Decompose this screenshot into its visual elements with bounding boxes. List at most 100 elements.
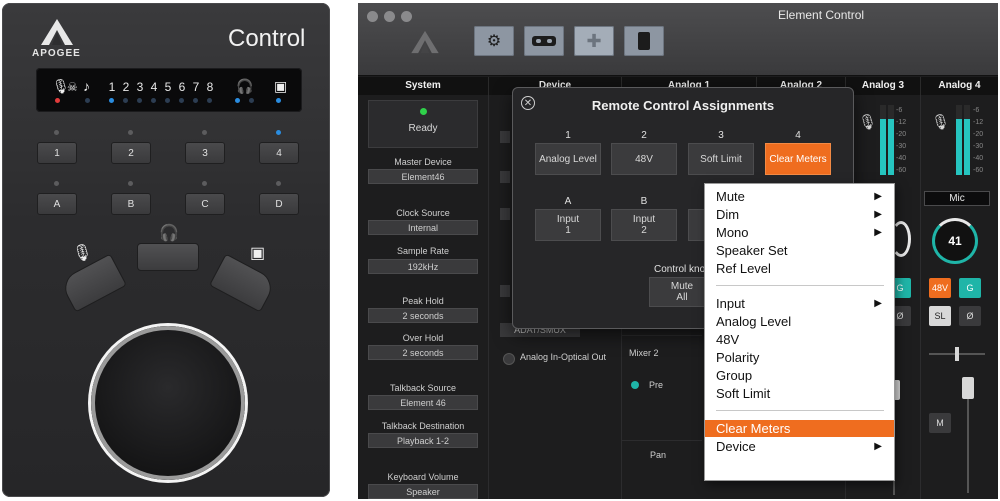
- minimize-window-button[interactable]: [384, 11, 395, 22]
- mute-icon: ☠: [67, 80, 78, 94]
- talkback-destination-field[interactable]: Playback 1-2: [368, 433, 478, 448]
- hw-button-b[interactable]: B: [111, 193, 151, 215]
- meter-scale: -40: [896, 155, 907, 162]
- control-knob-label: Control kno: [654, 264, 706, 275]
- assign-button-4[interactable]: Clear Meters: [765, 143, 831, 175]
- dialog-title: Remote Control Assignments: [591, 98, 775, 113]
- display-channel-7: 7: [192, 80, 200, 94]
- mute-button-a4[interactable]: M: [929, 413, 951, 433]
- channel-led: [165, 98, 170, 103]
- zoom-window-button[interactable]: [401, 11, 412, 22]
- system-status-box: Ready: [368, 100, 478, 148]
- menu-item-analog-level[interactable]: Analog Level: [705, 313, 894, 330]
- menu-item-group[interactable]: Group: [705, 367, 894, 384]
- meter-scale: -60: [896, 167, 907, 174]
- speaker-select-button[interactable]: [208, 253, 278, 313]
- settings-toolbar-button[interactable]: ⚙: [474, 26, 514, 56]
- assign-button-a[interactable]: Input 1: [535, 209, 601, 241]
- sample-rate-field[interactable]: 192kHz: [368, 259, 478, 274]
- button-led: [202, 181, 207, 186]
- channel-led: [123, 98, 128, 103]
- button-led: [54, 181, 59, 186]
- hw-button-3[interactable]: 3: [185, 142, 225, 164]
- settings-icon: ⚙: [486, 33, 502, 50]
- hw-button-a[interactable]: A: [37, 193, 77, 215]
- fader-track: [967, 383, 969, 493]
- menu-item-clear-meters[interactable]: Clear Meters: [705, 420, 894, 437]
- menu-item-soft-limit[interactable]: Soft Limit: [705, 385, 894, 402]
- submenu-arrow-icon: ▶: [874, 227, 882, 238]
- mixer-label: Mixer 2: [629, 348, 659, 358]
- status-indicator: [420, 108, 427, 115]
- meters-toolbar-button[interactable]: [524, 26, 564, 56]
- menu-item-speaker-set[interactable]: Speaker Set: [705, 242, 894, 259]
- clock-source-field[interactable]: Internal: [368, 220, 478, 235]
- peak-hold-label: Peak Hold: [402, 296, 444, 306]
- input-meter: [956, 105, 962, 175]
- device-checkbox[interactable]: [500, 208, 510, 220]
- close-window-button[interactable]: [367, 11, 378, 22]
- group-button-a4[interactable]: G: [959, 278, 981, 298]
- assign-button-b[interactable]: Input 2: [611, 209, 677, 241]
- hw-button-1[interactable]: 1: [37, 142, 77, 164]
- channel-led: [151, 98, 156, 103]
- assignment-context-menu: Mute ▶ Dim ▶ Mono ▶ Speaker Set Ref Level I…: [704, 183, 895, 481]
- hw-button-c[interactable]: C: [185, 193, 225, 215]
- talkback-source-field[interactable]: Element 46: [368, 395, 478, 410]
- display-channel-3: 3: [136, 80, 144, 94]
- record-led: [55, 98, 60, 103]
- mic-select-button[interactable]: [58, 253, 128, 313]
- device-checkbox[interactable]: [500, 171, 510, 183]
- menu-item-48v[interactable]: 48V: [705, 331, 894, 348]
- headphones-icon: 🎧: [159, 225, 179, 242]
- device-checkbox[interactable]: [500, 285, 510, 297]
- gain-knob[interactable]: 41: [932, 218, 978, 264]
- meter-scale: -40: [973, 155, 984, 162]
- guitar-icon: ♪: [83, 78, 90, 94]
- menu-item-mono[interactable]: Mono ▶: [705, 224, 894, 241]
- headphones-select-button[interactable]: [137, 243, 199, 271]
- over-hold-field[interactable]: 2 seconds: [368, 345, 478, 360]
- phase-button-a4[interactable]: Ø: [959, 306, 981, 326]
- assign-button-2[interactable]: 48V: [611, 143, 677, 175]
- assign-button-1[interactable]: Analog Level: [535, 143, 601, 175]
- display-channel-2: 2: [122, 80, 130, 94]
- assign-button-3[interactable]: Soft Limit: [688, 143, 754, 175]
- analog-optical-radio[interactable]: [503, 353, 515, 365]
- menu-item-mute[interactable]: Mute ▶: [705, 188, 894, 205]
- apogee-logo-icon: [411, 30, 439, 54]
- divider: [622, 335, 702, 336]
- hw-button-4[interactable]: 4: [259, 142, 299, 164]
- phantom-48v-button[interactable]: 48V: [929, 278, 951, 298]
- hw-button-2[interactable]: 2: [111, 142, 151, 164]
- pre-radio[interactable]: [631, 381, 639, 389]
- hw-button-d[interactable]: D: [259, 193, 299, 215]
- menu-item-device[interactable]: Device ▶: [705, 438, 894, 455]
- keyboard-volume-field[interactable]: Speaker: [368, 484, 478, 499]
- soft-limit-button[interactable]: SL: [929, 306, 951, 326]
- menu-item-polarity[interactable]: Polarity: [705, 349, 894, 366]
- menu-item-ref-level[interactable]: Ref Level: [705, 260, 894, 277]
- submenu-arrow-icon: ▶: [874, 191, 882, 202]
- speaker-icon: ▣: [274, 78, 288, 94]
- apogee-logo-icon: [41, 19, 73, 45]
- routing-toolbar-button[interactable]: ✚: [574, 26, 614, 56]
- master-device-field[interactable]: Element46: [368, 169, 478, 184]
- meter-scale: -30: [973, 143, 984, 150]
- device-checkbox[interactable]: [500, 131, 510, 143]
- device-toolbar-button[interactable]: [624, 26, 664, 56]
- menu-item-input[interactable]: Input ▶: [705, 295, 894, 312]
- volume-knob[interactable]: [91, 326, 245, 480]
- fader-handle[interactable]: [962, 377, 974, 399]
- peak-hold-field[interactable]: 2 seconds: [368, 308, 478, 323]
- meter-scale: -20: [896, 131, 907, 138]
- menu-item-dim[interactable]: Dim ▶: [705, 206, 894, 223]
- button-led: [276, 130, 281, 135]
- headphones-led: [249, 98, 254, 103]
- speaker-icon: ▣: [250, 245, 266, 262]
- pan-slider[interactable]: [955, 347, 959, 361]
- input-type-select[interactable]: Mic: [924, 191, 990, 206]
- submenu-arrow-icon: ▶: [874, 441, 882, 452]
- channel-led: [193, 98, 198, 103]
- column-divider: [920, 95, 921, 499]
